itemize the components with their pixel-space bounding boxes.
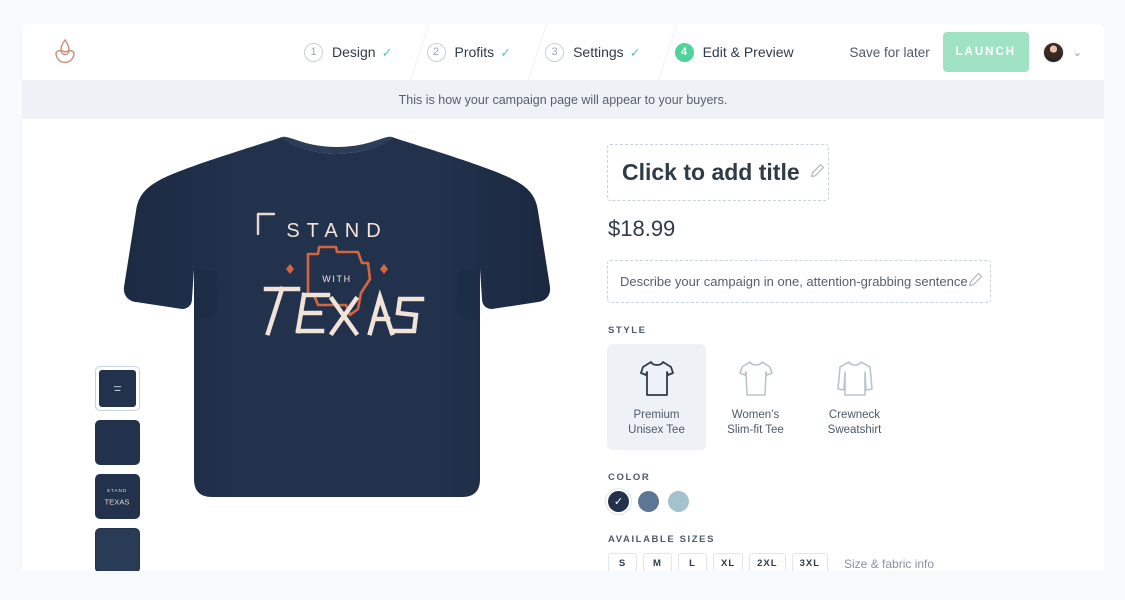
sweatshirt-icon	[836, 355, 874, 403]
style-options: Premium Unisex Tee Women’s Slim-fit Tee Cr…	[607, 344, 1104, 450]
product-details: Click to add title $18.99 Describe your …	[599, 119, 1104, 571]
preview-notice-bar: This is how your campaign page will appe…	[22, 80, 1104, 119]
step-number: 4	[674, 42, 694, 62]
style-option-label: Crewneck Sweatshirt	[827, 409, 882, 436]
svg-text:WITH: WITH	[322, 274, 351, 284]
thumbnail-flat-lay[interactable]	[95, 528, 140, 571]
size-option-2xl[interactable]: 2XL	[749, 553, 786, 571]
style-option-womens-slim-fit-tee[interactable]: Women’s Slim-fit Tee	[706, 344, 805, 450]
size-options: S M L XL 2XL 3XL Size & fabric info	[608, 553, 1104, 571]
account-menu[interactable]: ⌄	[1042, 41, 1082, 63]
leaf-logo-icon[interactable]	[48, 36, 82, 68]
check-icon: ✓	[629, 44, 641, 60]
step-label: Settings	[573, 44, 624, 60]
step-number: 1	[304, 42, 323, 62]
style-option-label: Premium Unisex Tee	[628, 409, 685, 436]
app-window: 1 Design ✓ 2 Profits ✓ 3 Settings ✓ 4 Ed…	[22, 24, 1104, 571]
step-label: Design	[332, 44, 376, 60]
size-option-m[interactable]: M	[643, 553, 672, 571]
size-option-l[interactable]: L	[678, 553, 707, 571]
pencil-icon[interactable]	[810, 163, 825, 183]
step-edit-preview[interactable]: 4 Edit & Preview	[661, 24, 812, 80]
style-option-label: Women’s Slim-fit Tee	[727, 409, 784, 436]
shirt-main-image[interactable]: STAND WITH	[122, 119, 552, 539]
step-profits[interactable]: 2 Profits ✓	[413, 24, 530, 80]
color-swatch-navy[interactable]: ✓	[608, 491, 629, 512]
step-number: 2	[426, 42, 446, 62]
size-fabric-info-link[interactable]: Size & fabric info	[844, 557, 934, 571]
pencil-icon[interactable]	[968, 272, 983, 292]
sizes-section-label: AVAILABLE SIZES	[608, 534, 716, 545]
launch-button[interactable]: LAUNCH	[942, 32, 1029, 72]
color-swatches: ✓	[608, 491, 1104, 512]
style-option-premium-unisex-tee[interactable]: Premium Unisex Tee	[607, 344, 706, 450]
tee-icon	[639, 355, 675, 403]
check-icon: ✓	[500, 44, 512, 60]
svg-text:TEXAS: TEXAS	[105, 498, 130, 507]
step-design[interactable]: 1 Design ✓	[290, 24, 411, 80]
save-for-later-button[interactable]: Save for later	[849, 45, 929, 60]
svg-text:STAND: STAND	[107, 488, 128, 494]
preview-notice-text: This is how your campaign page will appe…	[398, 92, 728, 107]
progress-stepper: 1 Design ✓ 2 Profits ✓ 3 Settings ✓ 4 Ed…	[290, 24, 812, 80]
style-option-crewneck-sweatshirt[interactable]: Crewneck Sweatshirt	[805, 344, 904, 450]
size-option-s[interactable]: S	[608, 553, 637, 571]
app-header: 1 Design ✓ 2 Profits ✓ 3 Settings ✓ 4 Ed…	[22, 24, 1104, 80]
color-section-label: COLOR	[608, 472, 651, 483]
header-actions: Save for later LAUNCH ⌄	[849, 24, 1082, 80]
description-placeholder: Describe your campaign in one, attention…	[620, 274, 968, 289]
page-title: Click to add title	[622, 159, 800, 185]
womens-tee-icon	[738, 355, 774, 403]
step-number: 3	[545, 42, 565, 62]
style-section-label: STYLE	[608, 325, 647, 336]
step-settings[interactable]: 3 Settings ✓	[531, 24, 659, 80]
page-body: STAND WITH STAND TEXAS Click to add titl…	[22, 119, 1104, 571]
price-label: $18.99	[608, 216, 676, 241]
step-label: Edit & Preview	[702, 44, 794, 60]
chevron-down-icon: ⌄	[1072, 46, 1082, 59]
color-swatch-slate-blue[interactable]	[638, 491, 659, 512]
thumbnail-design-detail[interactable]: STAND TEXAS	[95, 474, 140, 519]
thumbnail-front-view[interactable]	[95, 366, 140, 411]
product-preview: STAND WITH STAND TEXAS	[22, 119, 599, 571]
svg-text:STAND: STAND	[286, 220, 387, 242]
check-icon: ✓	[381, 44, 393, 60]
size-option-xl[interactable]: XL	[713, 553, 744, 571]
size-option-3xl[interactable]: 3XL	[791, 553, 829, 571]
thumbnail-back-view[interactable]	[95, 420, 140, 465]
campaign-description-field[interactable]: Describe your campaign in one, attention…	[607, 260, 991, 303]
check-icon: ✓	[613, 496, 624, 508]
thumbnail-list: STAND TEXAS	[95, 366, 140, 571]
color-swatch-light-blue[interactable]	[668, 491, 689, 512]
step-label: Profits	[454, 44, 495, 60]
avatar	[1042, 41, 1064, 63]
campaign-title-field[interactable]: Click to add title	[607, 144, 829, 201]
